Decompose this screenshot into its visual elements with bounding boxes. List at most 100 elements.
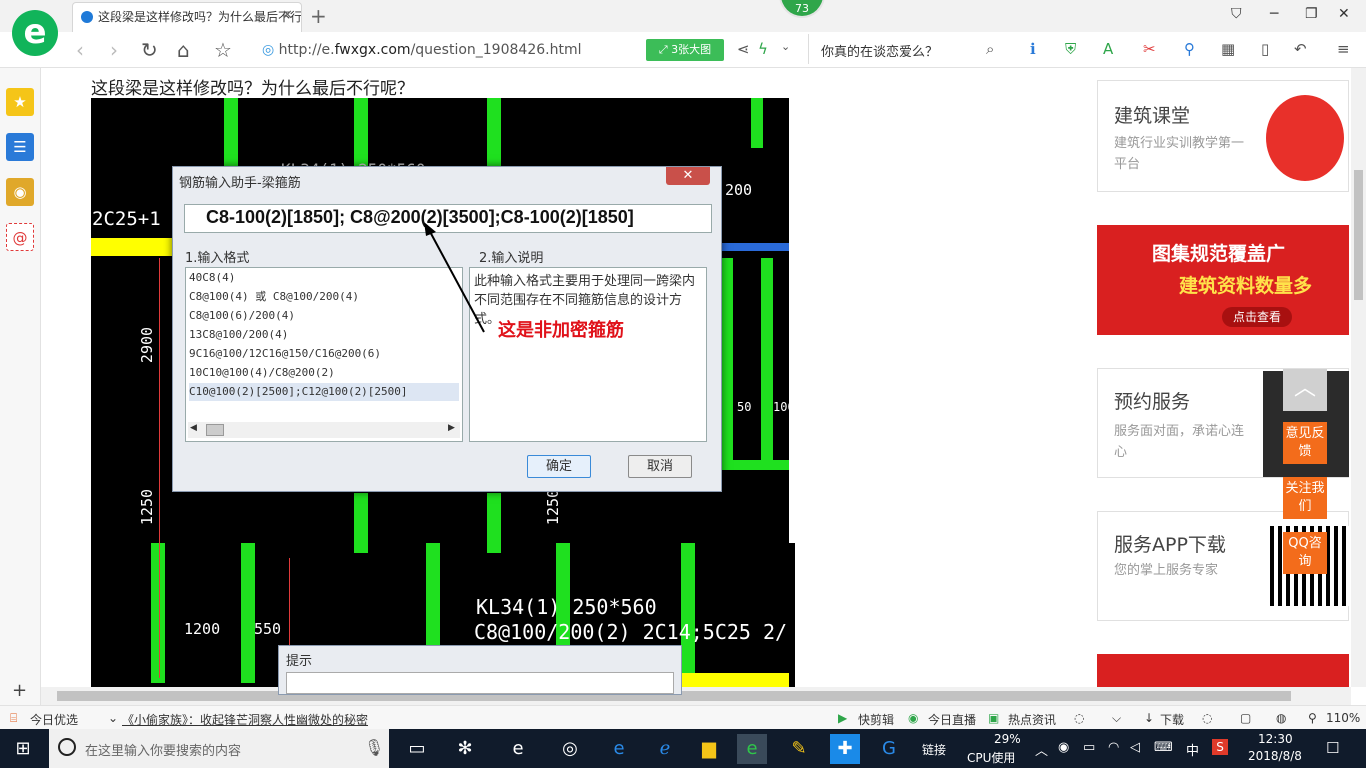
undo-icon[interactable]: ↶ <box>1294 40 1307 58</box>
browser-logo-icon[interactable]: e <box>12 10 58 56</box>
live-link[interactable]: 今日直播 <box>928 711 976 728</box>
translate-icon[interactable]: A <box>1103 40 1113 58</box>
grid-icon[interactable]: ▦ <box>1221 40 1235 58</box>
menu-icon[interactable]: ≡ <box>1337 40 1350 58</box>
weibo-icon[interactable]: ◉ <box>6 178 34 206</box>
list-icon[interactable]: ☰ <box>6 133 34 161</box>
qq-button[interactable]: QQ咨询 <box>1283 532 1327 574</box>
vertical-scroll-thumb[interactable] <box>1354 170 1363 300</box>
format-item[interactable]: 13C8@100/200(4) <box>189 326 459 344</box>
wifi-icon[interactable]: ◠ <box>1108 740 1119 755</box>
active-browser-icon[interactable]: e <box>737 734 767 764</box>
format-item[interactable]: C8@100(6)/200(4) <box>189 307 459 325</box>
favorite-star-icon[interactable]: ☆ <box>214 38 232 62</box>
format-list-scrollbar[interactable]: ◀ ▶ <box>188 422 460 438</box>
minimize-icon[interactable]: ─ <box>1270 6 1278 22</box>
ime-indicator[interactable]: 中 <box>1186 740 1199 759</box>
search-box[interactable]: 你真的在谈恋爱么？ <box>808 34 1008 64</box>
active-tab[interactable]: 这段梁是这样修改吗？为什么最后不行呢？ <box>72 2 302 32</box>
mute-icon[interactable]: ◍ <box>1276 711 1286 725</box>
chevron-down-icon[interactable]: ⌄ <box>781 40 790 53</box>
glodon-icon[interactable]: G <box>874 734 904 764</box>
zoom-icon[interactable]: ⚲ <box>1308 711 1317 725</box>
news-link[interactable]: 《小偷家族》：收起锋芒洞察人性幽微处的秘密 <box>122 711 368 728</box>
feedback-button[interactable]: 意见反馈 <box>1283 422 1327 464</box>
scroll-left-icon[interactable]: ◀ <box>190 423 197 433</box>
gift-icon[interactable]: ⌸ <box>10 711 17 726</box>
format-item-selected[interactable]: C10@100(2)[2500];C12@100(2)[2500] <box>189 383 459 401</box>
scissors-icon[interactable]: ✂ <box>1143 40 1156 58</box>
microphone-icon[interactable]: 🎙︎ <box>364 738 384 757</box>
search-icon[interactable]: ⌕ <box>986 40 994 58</box>
cancel-button[interactable]: 取消 <box>628 455 692 478</box>
banner-atlas[interactable]: 图集规范覆盖广 建筑资料数量多 点击查看 <box>1097 225 1349 335</box>
banner-bottom[interactable] <box>1097 654 1349 687</box>
tray-app-icon[interactable]: ◉ <box>1058 740 1069 755</box>
home-icon[interactable]: ⌂ <box>177 38 190 62</box>
file-explorer-icon[interactable]: ▆ <box>694 734 724 764</box>
vertical-scrollbar[interactable] <box>1351 68 1366 687</box>
ie-app-icon[interactable]: e <box>503 734 533 764</box>
taskbar-search[interactable]: 在这里输入你要搜索的内容 <box>49 729 389 768</box>
clean-icon[interactable]: ◌ <box>1202 711 1212 725</box>
scroll-thumb[interactable] <box>206 424 224 436</box>
notification-icon[interactable]: ☐ <box>1326 739 1339 757</box>
taskbar-search-placeholder: 在这里输入你要搜索的内容 <box>85 744 242 759</box>
save-icon[interactable]: ⌵ <box>1112 711 1121 726</box>
card-classroom[interactable]: 建筑课堂 建筑行业实训教学第一平台 <box>1097 80 1349 192</box>
notes-icon[interactable]: ✎ <box>784 734 814 764</box>
sidebar-add-icon[interactable]: + <box>12 680 27 701</box>
format-item[interactable]: 9C16@100/12C16@150/C16@200(6) <box>189 345 459 363</box>
favorites-star-icon[interactable]: ★ <box>6 88 34 116</box>
windows-start-icon[interactable]: ⊞ <box>8 734 38 764</box>
format-item[interactable]: C8@100(4) 或 C8@100/200(4) <box>189 288 459 306</box>
pinwheel-icon[interactable]: ✻ <box>450 734 480 764</box>
address-bar[interactable]: ◎ http://e.fwxgx.com/question_1908426.ht… <box>262 42 581 58</box>
shield-icon[interactable]: ⛨ <box>1065 40 1076 58</box>
sogou-icon[interactable]: S <box>1212 739 1228 755</box>
horizontal-scrollbar[interactable] <box>41 687 1351 705</box>
email-icon[interactable]: @ <box>6 223 34 251</box>
scroll-right-icon[interactable]: ▶ <box>448 423 455 433</box>
hot-link[interactable]: 热点资讯 <box>1008 711 1056 728</box>
taskbar-link[interactable]: 链接 <box>922 741 946 758</box>
zoom-level[interactable]: 110% <box>1326 711 1360 725</box>
app-icon[interactable]: ℹ <box>1030 40 1036 58</box>
refresh-icon[interactable]: ↻ <box>141 38 158 62</box>
download-link[interactable]: 下载 <box>1160 711 1184 728</box>
window-icon[interactable]: ▢ <box>1240 711 1251 725</box>
new-tab-icon[interactable]: + <box>310 4 327 28</box>
plus-app-icon[interactable]: ✚ <box>830 734 860 764</box>
tab-close-icon[interactable]: ✕ <box>282 8 293 23</box>
banner-link[interactable]: 点击查看 <box>1222 307 1292 327</box>
share-icon[interactable]: ⋖ <box>737 40 750 58</box>
browser360-icon[interactable]: ◎ <box>555 734 585 764</box>
back-to-top-icon[interactable]: ︿ <box>1283 369 1327 411</box>
close-window-icon[interactable]: ✕ <box>1338 6 1350 22</box>
tray-up-icon[interactable]: ︿ <box>1035 740 1048 759</box>
internet-explorer-icon[interactable]: ℯ <box>650 734 680 764</box>
magnifier-icon[interactable]: ⚲ <box>1184 40 1195 58</box>
back-icon[interactable]: ‹ <box>76 38 84 62</box>
format-item[interactable]: 10C10@100(4)/C8@200(2) <box>189 364 459 382</box>
today-picks[interactable]: 今日优选 <box>30 711 78 728</box>
clock-time[interactable]: 12:30 <box>1258 732 1293 746</box>
tablet-icon[interactable]: ▯ <box>1261 40 1269 58</box>
task-view-icon[interactable]: ▭ <box>402 734 432 764</box>
clock-date[interactable]: 2018/8/8 <box>1248 749 1302 763</box>
dialog-close-icon[interactable]: ✕ <box>666 167 710 185</box>
format-item[interactable]: 40C8(4) <box>189 269 459 287</box>
volume-icon[interactable]: ◁ <box>1130 740 1140 755</box>
ok-button[interactable]: 确定 <box>527 455 591 478</box>
follow-button[interactable]: 关注我们 <box>1283 477 1327 519</box>
pictures-button[interactable]: ⤢ 3张大图 <box>646 39 724 61</box>
battery-icon[interactable]: ▭ <box>1083 740 1095 755</box>
edge-icon[interactable]: e <box>604 734 634 764</box>
restore-icon[interactable]: ❐ <box>1305 6 1318 22</box>
speedup-icon[interactable]: ◌ <box>1074 711 1084 725</box>
shirt-icon[interactable]: ⛉ <box>1231 6 1242 22</box>
forward-icon[interactable]: › <box>110 38 118 62</box>
quickcut-link[interactable]: 快剪辑 <box>858 711 894 728</box>
keyboard-icon[interactable]: ⌨ <box>1154 740 1173 755</box>
lightning-icon[interactable]: ϟ <box>758 40 768 58</box>
